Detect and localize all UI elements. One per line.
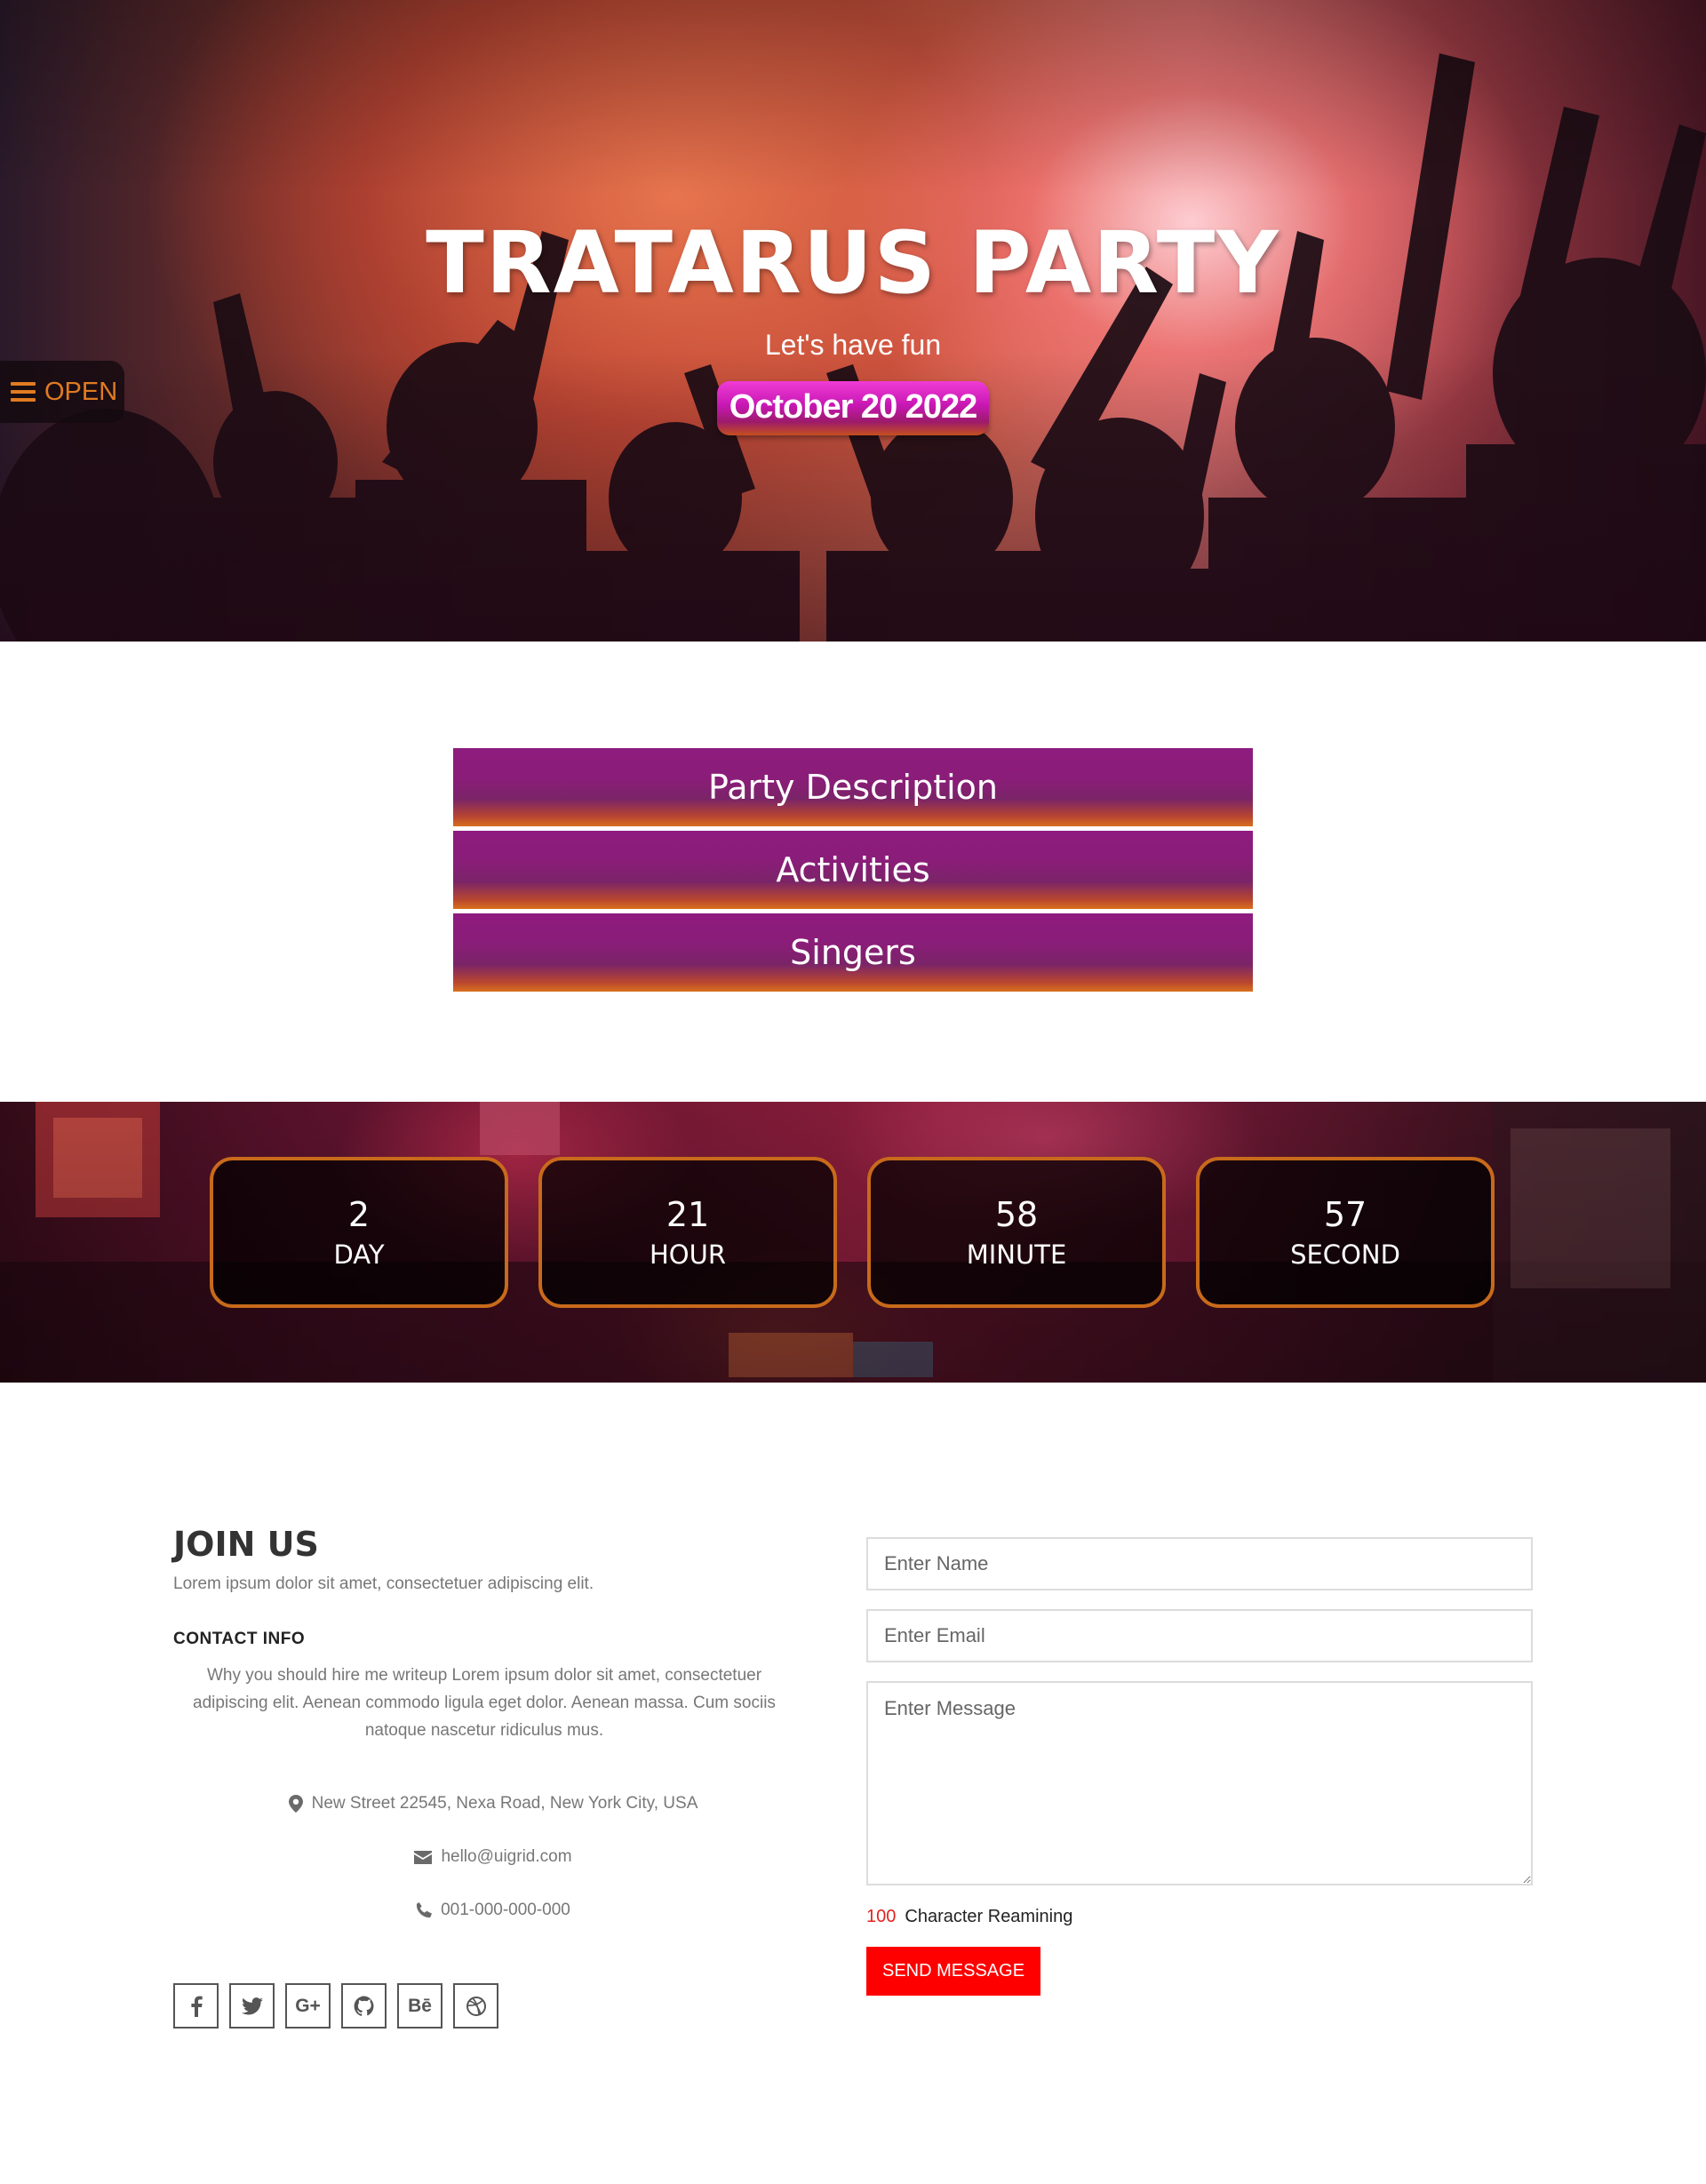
hero-banner: TRATARUS PARTY Let's have fun October 20… <box>0 0 1706 642</box>
social-links: G+ Bē <box>173 1983 498 2029</box>
countdown-hour: 21 HOUR <box>538 1157 837 1308</box>
name-input[interactable] <box>866 1537 1533 1590</box>
hamburger-icon <box>11 382 36 402</box>
accordion-party-description[interactable]: Party Description <box>453 748 1253 826</box>
character-count-label: Character Reamining <box>905 1907 1073 1926</box>
countdown-second-label: SECOND <box>1290 1239 1400 1270</box>
open-menu-button[interactable]: OPEN <box>0 361 124 423</box>
countdown-day: 2 DAY <box>210 1157 508 1308</box>
google-plus-icon[interactable]: G+ <box>285 1983 331 2029</box>
contact-email-text[interactable]: hello@uigrid.com <box>441 1847 571 1867</box>
contact-email: hello@uigrid.com <box>173 1847 813 1867</box>
contact-info-description: Why you should hire me writeup Lorem ips… <box>193 1666 776 1740</box>
contact-phone: 001-000-000-000 <box>173 1901 813 1920</box>
countdown-second-value: 57 <box>1323 1195 1367 1235</box>
countdown-section: 2 DAY 21 HOUR 58 MINUTE 57 SECOND <box>0 1102 1706 1383</box>
twitter-icon[interactable] <box>229 1983 275 2029</box>
join-us-title: JOIN US <box>173 1525 319 1564</box>
github-icon[interactable] <box>341 1983 387 2029</box>
countdown-minute: 58 MINUTE <box>867 1157 1166 1308</box>
facebook-icon[interactable] <box>173 1983 219 2029</box>
join-us-info: JOIN US Lorem ipsum dolor sit amet, cons… <box>173 1525 813 1920</box>
hero-title: TRATARUS PARTY <box>426 213 1280 313</box>
contact-phone-text[interactable]: 001-000-000-000 <box>441 1901 570 1920</box>
accordion-singers[interactable]: Singers <box>453 913 1253 992</box>
accordion-activities[interactable]: Activities <box>453 831 1253 909</box>
join-us-intro: Lorem ipsum dolor sit amet, consectetuer… <box>173 1574 594 1593</box>
countdown-hour-value: 21 <box>666 1195 710 1235</box>
dribbble-icon[interactable] <box>453 1983 498 2029</box>
countdown-minute-label: MINUTE <box>966 1239 1067 1270</box>
character-counter: 100 Character Reamining <box>866 1907 1533 1927</box>
party-info-accordion: Party Description Activities Singers <box>453 748 1253 996</box>
message-textarea[interactable] <box>866 1681 1533 1885</box>
contact-address: New Street 22545, Nexa Road, New York Ci… <box>173 1794 813 1813</box>
countdown-minute-value: 58 <box>994 1195 1039 1235</box>
hero-subtitle: Let's have fun <box>764 329 942 361</box>
open-menu-label: OPEN <box>44 377 118 406</box>
hero-content: TRATARUS PARTY Let's have fun October 20… <box>0 213 1706 435</box>
countdown-hour-label: HOUR <box>649 1239 726 1270</box>
countdown-day-value: 2 <box>347 1195 371 1235</box>
email-input[interactable] <box>866 1609 1533 1662</box>
event-date-badge: October 20 2022 <box>716 381 990 435</box>
countdown-day-label: DAY <box>333 1239 385 1270</box>
countdown-second: 57 SECOND <box>1196 1157 1495 1308</box>
envelope-icon <box>414 1850 433 1864</box>
phone-icon <box>417 1902 433 1918</box>
send-message-button[interactable]: SEND MESSAGE <box>866 1947 1041 1996</box>
map-marker-icon <box>288 1795 303 1813</box>
contact-form: 100 Character Reamining SEND MESSAGE <box>866 1537 1533 1996</box>
behance-icon[interactable]: Bē <box>397 1983 442 2029</box>
contact-info-title: CONTACT INFO <box>173 1630 306 1648</box>
contact-address-text: New Street 22545, Nexa Road, New York Ci… <box>311 1794 698 1813</box>
character-count: 100 <box>866 1907 897 1926</box>
